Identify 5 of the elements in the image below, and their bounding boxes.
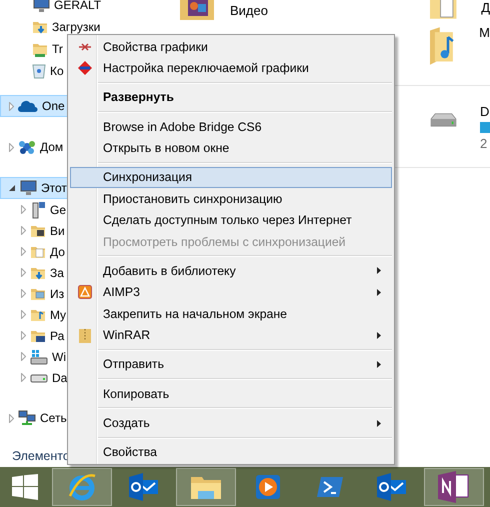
item-label: Д xyxy=(481,0,490,15)
item-detail: 2 xyxy=(480,136,488,151)
item-label: М xyxy=(479,25,490,40)
item-label: Видео xyxy=(230,2,268,18)
item-label: D xyxy=(480,104,490,119)
